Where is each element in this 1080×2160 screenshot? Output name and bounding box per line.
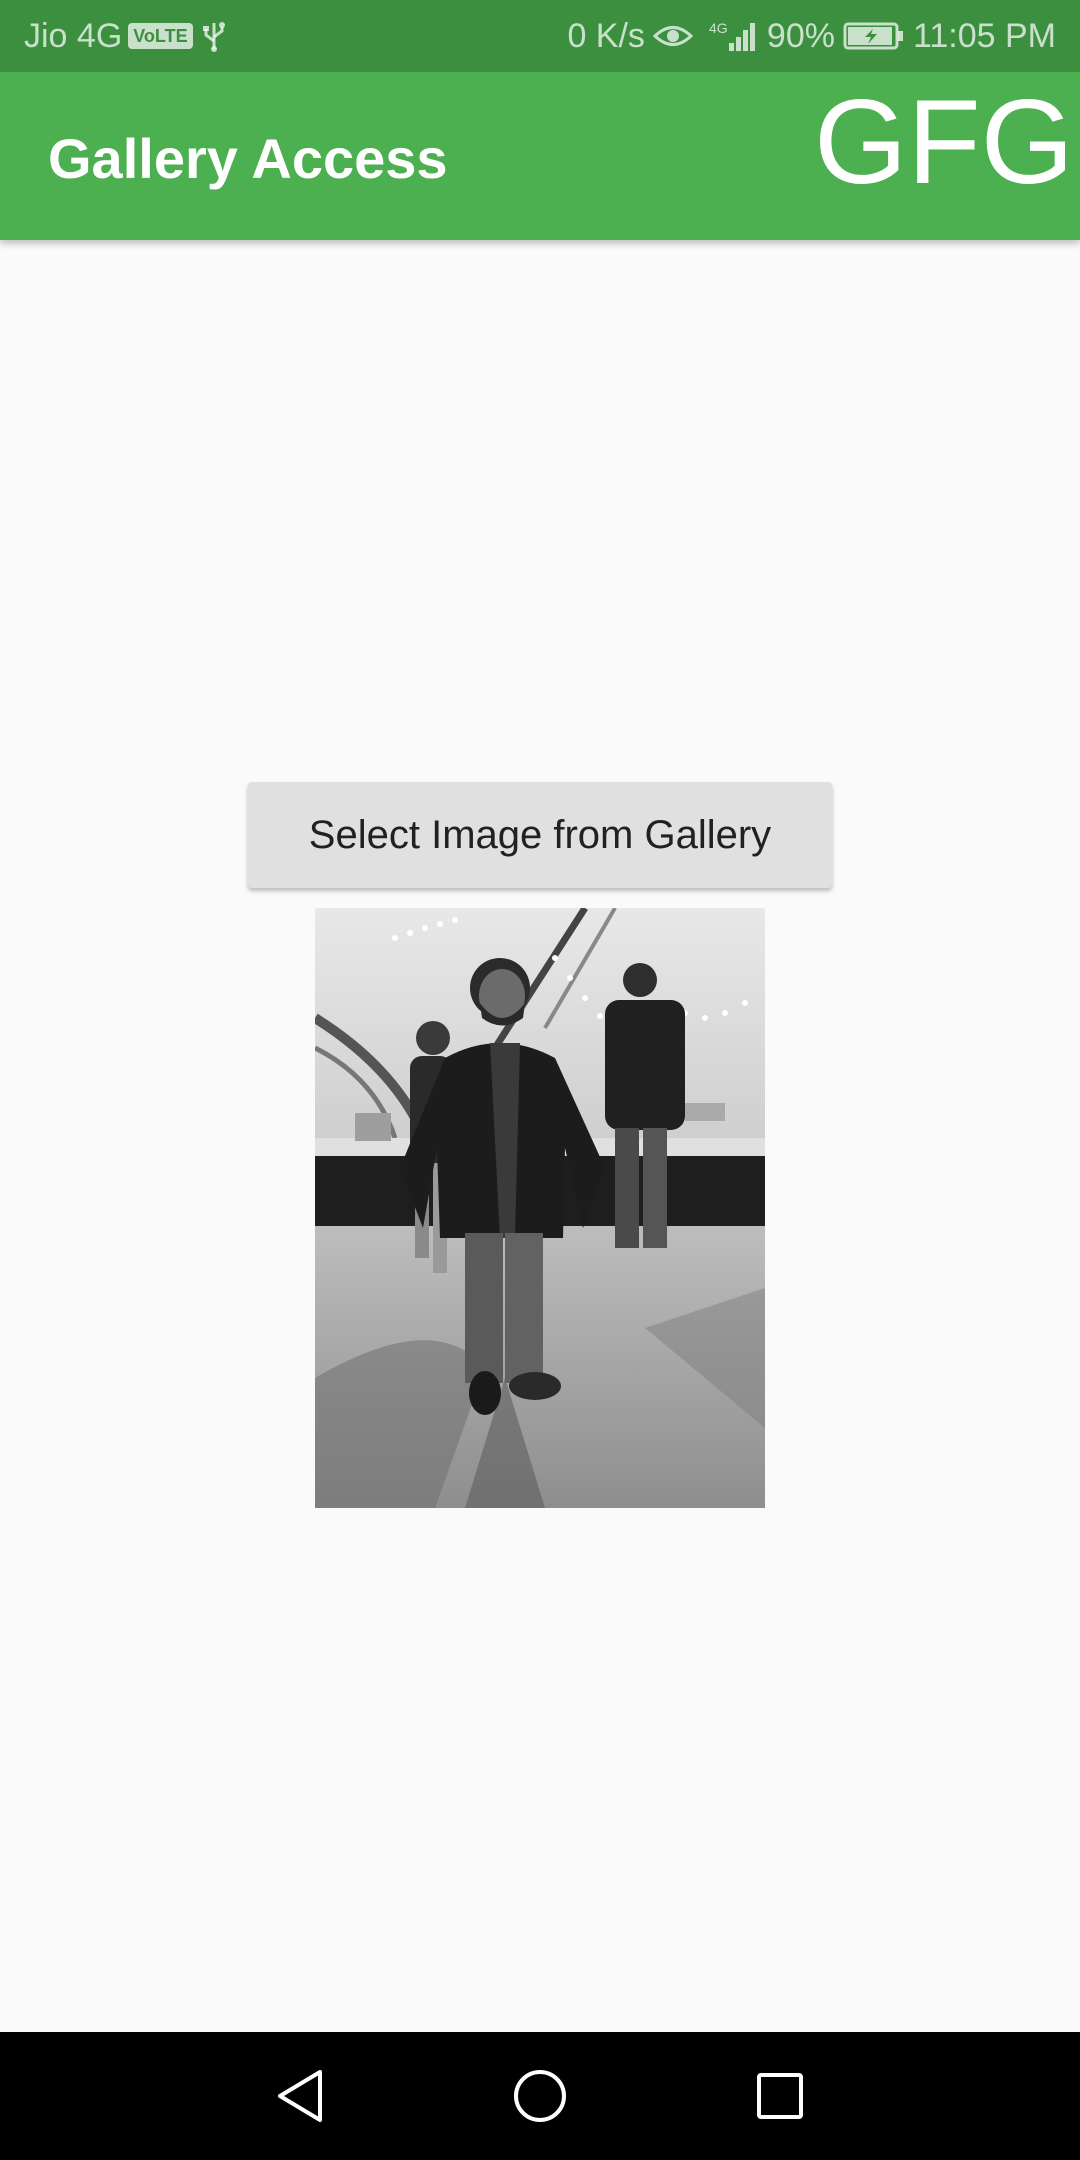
back-triangle-icon xyxy=(278,2070,322,2122)
net-speed-label: 0 K/s xyxy=(567,16,645,55)
signal-icon: 4G xyxy=(709,19,759,53)
battery-percent-label: 90% xyxy=(766,16,835,55)
page-title: Gallery Access xyxy=(48,127,448,190)
home-circle-icon xyxy=(514,2070,566,2122)
carrier-label: Jio 4G xyxy=(24,16,123,55)
selected-image xyxy=(315,908,765,1508)
volte-badge: VoLTE xyxy=(128,23,193,49)
usb-icon xyxy=(201,19,227,53)
screen: Jio 4G VoLTE 0 K/s 4G 90% 11:05 PM Galle… xyxy=(0,0,1080,2160)
photo-illustration xyxy=(315,908,765,1508)
network-type-label: 4G xyxy=(709,20,728,36)
select-image-button[interactable]: Select Image from Gallery xyxy=(248,782,832,888)
app-bar: Gallery Access GFG xyxy=(0,72,1080,240)
back-button[interactable] xyxy=(236,2032,364,2160)
status-bar-left: Jio 4G VoLTE xyxy=(24,0,235,72)
navigation-bar xyxy=(0,2032,1080,2160)
recents-square-icon xyxy=(757,2073,803,2119)
gfg-logo: GFG xyxy=(814,75,1074,209)
time-label: 11:05 PM xyxy=(912,16,1056,55)
eye-icon xyxy=(652,21,693,51)
status-bar: Jio 4G VoLTE 0 K/s 4G 90% 11:05 PM xyxy=(0,0,1080,72)
recents-button[interactable] xyxy=(716,2032,844,2160)
home-button[interactable] xyxy=(476,2032,604,2160)
battery-charging-icon xyxy=(843,21,905,51)
status-bar-right: 0 K/s 4G 90% 11:05 PM xyxy=(567,0,1056,72)
